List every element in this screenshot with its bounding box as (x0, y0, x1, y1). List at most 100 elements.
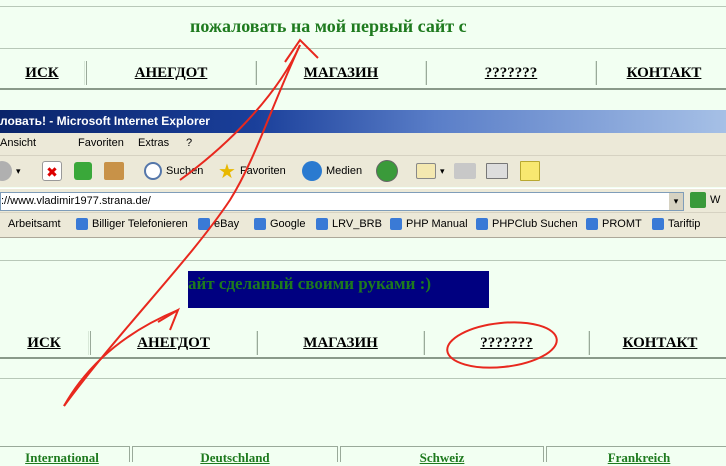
link-label[interactable]: Google (270, 218, 305, 230)
menu-extras[interactable]: Extras (138, 137, 169, 149)
print-button[interactable] (454, 159, 480, 183)
forward-button[interactable]: ▾ (0, 159, 21, 183)
tab-international[interactable]: International (0, 446, 130, 465)
top-rule (0, 6, 726, 7)
inner-nav-item-unknown[interactable]: ??????? (424, 331, 589, 355)
top-nav-label[interactable]: АНЕГДОТ (135, 65, 208, 82)
top-nav-item-unknown[interactable]: ??????? (426, 61, 596, 85)
history-button[interactable] (376, 159, 402, 183)
top-nav-item-search[interactable]: ИСК (0, 61, 85, 85)
inner-nav-label[interactable]: АНЕГДОТ (137, 335, 210, 352)
ie-menubar: Ansicht Favoriten Extras ? (0, 133, 726, 156)
banner: айт сделаный своими руками :) (188, 271, 489, 308)
link-label[interactable]: PHPClub Suchen (492, 218, 578, 230)
link-label[interactable]: Billiger Telefonieren (92, 218, 188, 230)
tab-label[interactable]: Schweiz (420, 450, 465, 465)
media-button[interactable]: Medien (302, 159, 362, 183)
top-nav-label[interactable]: КОНТАКТ (627, 65, 702, 82)
link-arbeitsamt[interactable]: Arbeitsamt (8, 218, 61, 230)
annotation-arrowhead-top (284, 38, 319, 63)
search-button[interactable]: Suchen (144, 159, 203, 183)
top-nav-item-contact[interactable]: КОНТАКТ (596, 61, 726, 85)
stop-icon: ✖ (42, 161, 62, 181)
refresh-icon (74, 162, 92, 180)
inner-nav-item-shop[interactable]: МАГАЗИН (257, 331, 424, 355)
top-nav-label[interactable]: ??????? (485, 65, 538, 82)
favorites-button[interactable]: ★ Favoriten (218, 159, 286, 183)
banner-text: айт сделаный своими руками :) (188, 274, 431, 293)
inner-nav: ИСК АНЕГДОТ МАГАЗИН ??????? КОНТАКТ (0, 331, 726, 357)
tab-label[interactable]: International (25, 450, 99, 465)
dropdown-arrow-icon: ▾ (440, 165, 445, 176)
address-url[interactable]: ://www.vladimir1977.strana.de/ (1, 195, 151, 207)
address-bar: ://www.vladimir1977.strana.de/ ▾ W (0, 188, 726, 213)
top-nav-item-anecdote[interactable]: АНЕГДОТ (86, 61, 256, 85)
notes-button[interactable] (520, 159, 544, 183)
link-icon (316, 218, 328, 230)
link-label[interactable]: Arbeitsamt (8, 218, 61, 230)
screenshot-root: { "top_page": { "welcome_heading": "пожа… (0, 0, 726, 465)
link-icon (198, 218, 210, 230)
stop-button[interactable]: ✖ (42, 159, 66, 183)
link-google[interactable]: Google (254, 218, 305, 230)
home-icon (104, 162, 124, 180)
forward-arrow-icon (0, 161, 12, 181)
ie-titlebar: ловать! - Microsoft Internet Explorer (0, 110, 726, 133)
go-button[interactable]: W (690, 192, 720, 208)
tab-schweiz[interactable]: Schweiz (340, 446, 544, 465)
tab-label[interactable]: Frankreich (608, 450, 671, 465)
link-icon (390, 218, 402, 230)
link-label[interactable]: PHP Manual (406, 218, 468, 230)
link-billiger[interactable]: Billiger Telefonieren (76, 218, 188, 230)
link-lrv[interactable]: LRV_BRB (316, 218, 382, 230)
ie-button-bar: ▾ ✖ Suchen ★ Favoriten Medien ▾ (0, 156, 726, 186)
menu-favoriten[interactable]: Favoriten (78, 137, 124, 149)
menu-help[interactable]: ? (186, 137, 192, 149)
top-nav: ИСК АНЕГДОТ МАГАЗИН ??????? КОНТАКТ (0, 61, 726, 87)
home-button[interactable] (104, 159, 128, 183)
address-dropdown-icon[interactable]: ▾ (669, 193, 683, 210)
history-icon (376, 160, 398, 182)
link-icon (476, 218, 488, 230)
edit-button[interactable] (486, 159, 512, 183)
link-label[interactable]: eBay (214, 218, 239, 230)
ie-window-title: ловать! - Microsoft Internet Explorer (0, 114, 210, 128)
tab-frankreich[interactable]: Frankreich (546, 446, 726, 465)
link-php-manual[interactable]: PHP Manual (390, 218, 468, 230)
welcome-heading: пожаловать на мой первый сайт с (190, 16, 467, 36)
address-input[interactable]: ://www.vladimir1977.strana.de/ ▾ (0, 192, 684, 211)
tab-deutschland[interactable]: Deutschland (132, 446, 338, 465)
inner-nav-item-contact[interactable]: КОНТАКТ (589, 331, 726, 355)
link-ebay[interactable]: eBay (198, 218, 239, 230)
inner-nav-item-anecdote[interactable]: АНЕГДОТ (90, 331, 257, 355)
link-label[interactable]: Tariftip (668, 218, 700, 230)
top-nav-label[interactable]: МАГАЗИН (304, 65, 379, 82)
tab-label[interactable]: Deutschland (200, 450, 269, 465)
mail-button[interactable]: ▾ (416, 159, 445, 183)
inner-nav-label[interactable]: ??????? (480, 335, 533, 352)
mail-icon (416, 163, 436, 179)
inner-nav-label[interactable]: КОНТАКТ (623, 335, 698, 352)
dropdown-arrow-icon: ▾ (16, 165, 21, 176)
go-label: W (710, 194, 721, 206)
edit-icon (486, 163, 508, 179)
link-label[interactable]: LRV_BRB (332, 218, 382, 230)
inner-nav-label[interactable]: ИСК (27, 335, 60, 352)
link-label[interactable]: PROMT (602, 218, 642, 230)
top-nav-label[interactable]: ИСК (25, 65, 58, 82)
inner-nav-label[interactable]: МАГАЗИН (303, 335, 378, 352)
link-tariftip[interactable]: Tariftip (652, 218, 700, 230)
menu-ansicht[interactable]: Ansicht (0, 137, 36, 149)
link-phpclub[interactable]: PHPClub Suchen (476, 218, 578, 230)
inner-mid-rule (0, 378, 726, 379)
favorites-label: Favoriten (239, 165, 286, 177)
media-icon (302, 161, 322, 181)
ie-toolbar-area: Ansicht Favoriten Extras ? ▾ ✖ Suchen ★ F… (0, 133, 726, 187)
inner-nav-item-search[interactable]: ИСК (0, 331, 89, 355)
go-arrow-icon (690, 192, 706, 208)
inner-nav-underline (0, 357, 726, 359)
refresh-button[interactable] (74, 159, 96, 183)
top-nav-item-shop[interactable]: МАГАЗИН (256, 61, 426, 85)
media-label: Medien (326, 165, 363, 177)
link-promt[interactable]: PROMT (586, 218, 642, 230)
